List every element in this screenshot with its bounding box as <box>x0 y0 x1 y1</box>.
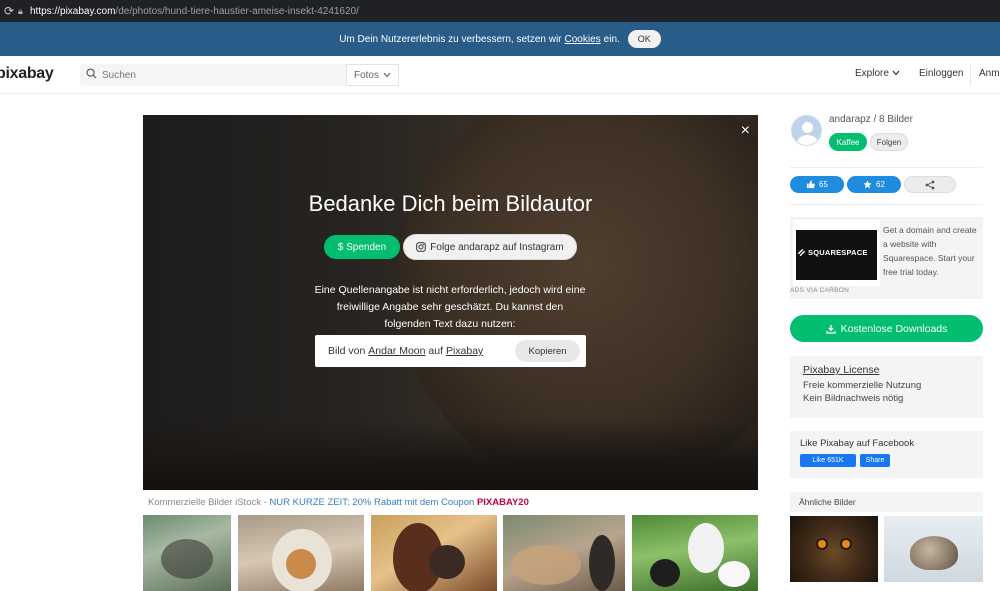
thumb-subject <box>511 545 581 585</box>
owl-eye <box>816 538 828 550</box>
download-label: Kostenlose Downloads <box>840 322 948 335</box>
register-link[interactable]: Anm <box>979 68 1000 79</box>
like-button[interactable]: 65 <box>790 176 844 193</box>
similar-images-heading: Ähnliche Bilder <box>790 492 983 512</box>
facebook-title: Like Pixabay auf Facebook <box>800 438 915 449</box>
credit-mid: auf <box>428 345 444 357</box>
thumbs-up-icon <box>806 180 815 189</box>
free-download-button[interactable]: Kostenlose Downloads <box>790 315 983 342</box>
hedgehog-shape <box>910 536 958 570</box>
chevron-down-icon <box>383 72 391 78</box>
istock-thumbnail[interactable] <box>143 515 231 591</box>
like-count: 65 <box>819 180 828 189</box>
owl-eye <box>840 538 852 550</box>
carbon-ad[interactable]: SQUARESPACE Get a domain and create a we… <box>790 217 983 299</box>
promo-deal[interactable]: NUR KURZE ZEIT: 20% Rabatt mit dem Coupo… <box>269 497 474 508</box>
cookie-link[interactable]: Cookies <box>565 34 601 45</box>
similar-image-hedgehog[interactable] <box>884 516 983 582</box>
cookie-text-after: ein. <box>603 33 620 45</box>
credit-prefix: Bild von <box>328 345 366 357</box>
istock-thumbnail[interactable] <box>632 515 758 591</box>
pixabay-logo[interactable]: pixabay <box>0 65 54 83</box>
favorite-count: 62 <box>876 180 885 189</box>
attribution-box: Bild von Andar Moon auf Pixabay Kopieren <box>315 335 586 367</box>
avatar-head <box>802 122 813 133</box>
thumb-subject <box>286 549 316 579</box>
url-host: https://pixabay.com <box>30 5 116 17</box>
share-icon <box>925 180 935 189</box>
thank-author-title: Bedanke Dich beim Bildautor <box>308 191 593 216</box>
close-icon[interactable]: × <box>741 123 750 139</box>
share-button[interactable] <box>904 176 956 193</box>
sidebar-divider <box>790 167 983 168</box>
ad-brand-text: SQUARESPACE <box>808 248 868 257</box>
thumb-subject <box>650 559 680 587</box>
url-path: /de/photos/hund-tiere-haustier-ameise-in… <box>115 5 359 17</box>
explore-label: Explore <box>855 68 889 79</box>
ad-brand: SQUARESPACE <box>797 248 877 257</box>
donate-button[interactable]: $ Spenden <box>324 235 400 259</box>
credit-author-link[interactable]: Andar Moon <box>368 345 425 357</box>
thumb-subject <box>589 535 615 591</box>
search-icon[interactable] <box>80 68 102 82</box>
promo-code: PIXABAY20 <box>476 497 529 508</box>
facebook-widget: Like Pixabay auf Facebook Like 651K Shar… <box>790 431 983 478</box>
media-type-label: Fotos <box>353 69 379 81</box>
search-bar: Fotos <box>80 64 399 86</box>
instagram-follow-button[interactable]: Folge andarapz auf Instagram <box>403 234 577 260</box>
follow-button[interactable]: Folgen <box>870 133 908 151</box>
ad-via-label[interactable]: ADS VIA CARBON <box>790 287 849 294</box>
facebook-like-button[interactable]: Like 651K <box>800 454 856 467</box>
explore-menu[interactable]: Explore <box>855 68 900 79</box>
nav-divider <box>970 64 971 86</box>
facebook-share-button[interactable]: Share <box>860 454 890 467</box>
instagram-icon <box>416 242 427 252</box>
istock-thumbnail[interactable] <box>503 515 625 591</box>
license-box: Pixabay License Freie kommerzielle Nutzu… <box>790 356 983 418</box>
istock-thumbnail[interactable] <box>371 515 497 591</box>
istock-promo[interactable]: Kommerzielle Bilder iStock - NUR KURZE Z… <box>148 497 529 508</box>
copy-attribution-button[interactable]: Kopieren <box>515 340 580 362</box>
license-line: Freie kommerzielle Nutzung <box>803 380 922 391</box>
ad-text[interactable]: Get a domain and create a website with S… <box>883 223 981 279</box>
media-type-filter[interactable]: Fotos <box>346 64 399 86</box>
author-avatar[interactable] <box>791 115 822 146</box>
thumb-subject <box>429 545 465 579</box>
lock-icon: 🔒︎ <box>18 5 23 16</box>
thumb-subject <box>688 523 724 573</box>
browser-address-bar[interactable]: ⟳ 🔒︎ https://pixabay.com/de/photos/hund-… <box>0 0 1000 22</box>
squarespace-logo-icon <box>798 249 805 256</box>
instagram-follow-label: Folge andarapz auf Instagram <box>430 241 564 253</box>
favorite-button[interactable]: 62 <box>847 176 901 193</box>
cookie-ok-button[interactable]: OK <box>627 30 661 48</box>
coffee-button[interactable]: Kaffee <box>829 133 867 151</box>
cookie-text-before: Um Dein Nutzererlebnis zu verbessern, se… <box>339 33 562 45</box>
sidebar-divider <box>790 204 983 205</box>
star-icon <box>863 180 872 189</box>
url-text[interactable]: https://pixabay.com/de/photos/hund-tiere… <box>30 6 359 17</box>
promo-prefix: Kommerzielle Bilder iStock - <box>148 497 267 508</box>
similar-image-owl[interactable] <box>790 516 878 582</box>
thumb-subject <box>718 561 750 587</box>
author-name-link[interactable]: andarapz / 8 Bilder <box>829 114 913 125</box>
ad-image[interactable]: SQUARESPACE <box>793 220 880 286</box>
cookie-banner: Um Dein Nutzererlebnis zu verbessern, se… <box>0 22 1000 56</box>
login-link[interactable]: Einloggen <box>919 68 963 79</box>
site-header: pixabay Fotos Explore Einloggen Anm <box>0 56 1000 94</box>
download-icon <box>825 324 836 334</box>
attribution-description: Eine Quellenangabe ist nicht erforderlic… <box>314 284 586 330</box>
license-link[interactable]: Pixabay License <box>803 364 970 376</box>
reload-icon[interactable]: ⟳ <box>0 4 18 18</box>
istock-thumbnail[interactable] <box>238 515 364 591</box>
license-line: Kein Bildnachweis nötig <box>803 393 904 404</box>
chevron-down-icon <box>892 70 900 76</box>
credit-site-link[interactable]: Pixabay <box>446 345 483 357</box>
avatar-body <box>797 135 818 145</box>
thumb-subject <box>161 539 213 579</box>
main-photo: × Bedanke Dich beim Bildautor $ Spenden … <box>143 115 758 490</box>
search-input[interactable] <box>102 65 342 85</box>
facebook-buttons: Like 651K Share <box>800 454 973 467</box>
